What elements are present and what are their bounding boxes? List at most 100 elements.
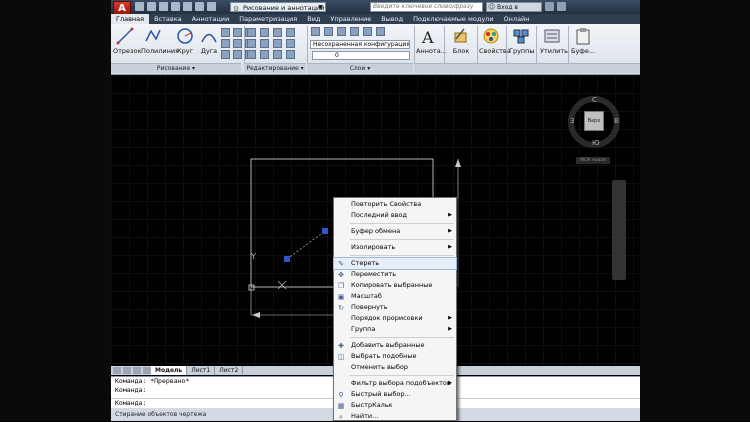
- clipboard-panel-button[interactable]: Буфе...: [571, 27, 595, 55]
- tab-parametric[interactable]: Параметризация: [234, 14, 302, 24]
- scale-tool-icon[interactable]: [260, 50, 269, 59]
- context-menu-item[interactable]: ▦ БыстрКальк: [334, 400, 456, 411]
- last-layout-icon[interactable]: [143, 367, 151, 374]
- layers-panel-footer[interactable]: Слои ▾: [307, 63, 413, 73]
- line-tool-button[interactable]: Отрезок: [113, 27, 141, 55]
- context-menu-item[interactable]: Отменить выбор: [334, 362, 456, 373]
- spline-icon[interactable]: [221, 50, 230, 59]
- context-menu-item[interactable]: Буфер обмена ▶: [334, 226, 456, 237]
- context-menu-item[interactable]: ✚ Добавить выбранные: [334, 340, 456, 351]
- next-layout-icon[interactable]: [133, 367, 141, 374]
- context-menu-item[interactable]: ✎ Стереть: [333, 257, 457, 270]
- layer-lock-icon[interactable]: [363, 27, 372, 36]
- prev-layout-icon[interactable]: [123, 367, 131, 374]
- region-icon[interactable]: [233, 39, 242, 48]
- exchange-icon[interactable]: [545, 2, 554, 11]
- stretch-icon[interactable]: [247, 50, 256, 59]
- context-menu-item-label: Переместить: [351, 270, 397, 278]
- open-file-icon[interactable]: [147, 2, 156, 11]
- context-menu-item[interactable]: ✥ Переместить: [334, 269, 456, 280]
- move-tool-icon[interactable]: [247, 28, 256, 37]
- tab-online[interactable]: Онлайн: [499, 14, 535, 24]
- layer-state-select[interactable]: Несохраненная конфигурация сло: [310, 40, 410, 49]
- viewcube-east[interactable]: В: [614, 117, 619, 125]
- modify-panel-footer[interactable]: Редактирование ▾: [244, 63, 306, 73]
- help-icon[interactable]: [557, 2, 566, 11]
- point-icon[interactable]: [233, 50, 242, 59]
- context-menu-item[interactable]: ⌕ Найти...: [334, 411, 456, 422]
- utilities-panel-button[interactable]: Утилиты: [540, 27, 570, 55]
- fillet-icon[interactable]: [273, 39, 282, 48]
- tab-home[interactable]: Главная: [111, 14, 150, 24]
- layer-freeze-icon[interactable]: [350, 27, 359, 36]
- properties-panel-button[interactable]: Свойства: [479, 27, 511, 55]
- viewcube-west[interactable]: З: [570, 117, 575, 125]
- viewcube-north[interactable]: С: [592, 96, 597, 104]
- arc-tool-button[interactable]: Дуга: [197, 27, 221, 55]
- ucs-menu[interactable]: МСК новая: [576, 157, 610, 164]
- layer-off-icon[interactable]: [324, 27, 333, 36]
- new-file-icon[interactable]: [135, 2, 144, 11]
- erase-tool-icon[interactable]: [286, 28, 295, 37]
- quick-access-toolbar: [135, 2, 216, 12]
- hatch-icon[interactable]: [233, 28, 242, 37]
- copy-tool-icon[interactable]: [247, 39, 256, 48]
- context-menu-item[interactable]: Последний ввод ▶: [334, 210, 456, 221]
- array-icon[interactable]: [273, 50, 282, 59]
- svg-text:A: A: [421, 28, 434, 45]
- context-menu-item[interactable]: Порядок прорисовки ▶: [334, 313, 456, 324]
- current-layer-select[interactable]: 0: [312, 51, 410, 60]
- context-menu-item[interactable]: Повторить Свойства: [334, 199, 456, 210]
- rectangle-icon[interactable]: [221, 28, 230, 37]
- context-menu-item[interactable]: Изолировать ▶: [334, 242, 456, 253]
- context-menu-item-label: Копировать выбранные: [351, 281, 433, 289]
- groups-panel-button[interactable]: Группы: [509, 27, 535, 55]
- context-menu-item[interactable]: Фильтр выбора подобъектов ▶: [334, 378, 456, 389]
- context-menu-item[interactable]: ◫ Выбрать подобные: [334, 351, 456, 362]
- plot-icon[interactable]: [183, 2, 192, 11]
- circle-tool-button[interactable]: Круг: [173, 27, 197, 55]
- context-menu-item-label: Порядок прорисовки: [351, 314, 423, 322]
- viewcube-south[interactable]: Ю: [592, 139, 600, 147]
- sign-in-button[interactable]: Вход в службы: [486, 2, 542, 20]
- mirror-icon[interactable]: [260, 39, 269, 48]
- polyline-tool-button[interactable]: Полилиния: [141, 27, 179, 55]
- tab-plugins[interactable]: Подключаемые модули: [408, 14, 498, 24]
- annotation-panel-button[interactable]: A Аннота...: [416, 27, 447, 55]
- first-layout-icon[interactable]: [113, 367, 121, 374]
- trim-icon[interactable]: [273, 28, 282, 37]
- tab-manage[interactable]: Управление: [325, 14, 376, 24]
- search-input[interactable]: Введите ключевое слово/фразу: [370, 2, 483, 12]
- draw-panel-footer[interactable]: Рисование ▾: [111, 63, 241, 73]
- layer-properties-icon[interactable]: [311, 27, 320, 36]
- save-icon[interactable]: [159, 2, 168, 11]
- tab-view[interactable]: Вид: [302, 14, 325, 24]
- undo-icon[interactable]: [195, 2, 204, 11]
- viewcube-face[interactable]: Верх: [584, 111, 604, 131]
- ellipse-icon[interactable]: [221, 39, 230, 48]
- save-as-icon[interactable]: [171, 2, 180, 11]
- tab-layout2[interactable]: Лист2: [215, 366, 244, 375]
- workspace-select[interactable]: ⚙ Рисование и аннотации ▼: [230, 2, 326, 13]
- tab-insert[interactable]: Вставка: [149, 14, 187, 24]
- context-menu-item-label: Выбрать подобные: [351, 352, 417, 360]
- context-menu-item[interactable]: Группа ▶: [334, 324, 456, 335]
- block-panel-button[interactable]: Блок: [449, 27, 473, 55]
- navigation-bar[interactable]: [612, 180, 626, 280]
- context-menu-item[interactable]: ⚲ Быстрый выбор...: [334, 389, 456, 400]
- rotate-tool-icon[interactable]: [260, 28, 269, 37]
- context-menu-item[interactable]: ❐ Копировать выбранные: [334, 280, 456, 291]
- context-menu-item-label: Добавить выбранные: [351, 341, 425, 349]
- redo-icon[interactable]: [207, 2, 216, 11]
- layer-isolate-icon[interactable]: [337, 27, 346, 36]
- utilities-label: Утилиты: [540, 47, 570, 55]
- tab-model[interactable]: Модель: [151, 366, 188, 375]
- context-menu-item[interactable]: ▣ Масштаб: [334, 291, 456, 302]
- layer-match-icon[interactable]: [376, 27, 385, 36]
- tab-output[interactable]: Вывод: [376, 14, 408, 24]
- explode-icon[interactable]: [286, 39, 295, 48]
- context-menu-item[interactable]: ↻ Повернуть: [334, 302, 456, 313]
- offset-icon[interactable]: [286, 50, 295, 59]
- tab-annotate[interactable]: Аннотации: [187, 14, 235, 24]
- tab-layout1[interactable]: Лист1: [187, 366, 216, 375]
